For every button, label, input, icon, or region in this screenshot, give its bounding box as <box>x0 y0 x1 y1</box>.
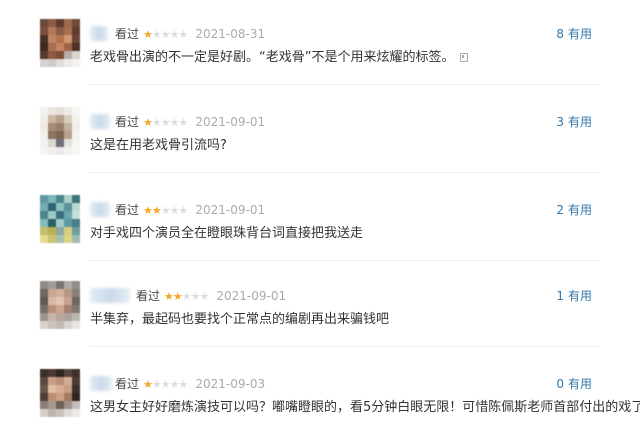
review-item: 看过 ★★★★★ 2021-09-01 3 有用 这是在用老戏骨引流吗? <box>0 88 640 173</box>
star-empty-icon: ★ <box>190 290 201 303</box>
useful-button[interactable]: 有用 <box>568 27 592 41</box>
username-blurred[interactable] <box>90 376 112 391</box>
star-empty-icon: ★ <box>169 378 180 391</box>
star-rating: ★★★★★ <box>143 203 189 219</box>
review-item: 看过 ★★★★★ 2021-09-01 2 有用 对手戏四个演员全在瞪眼珠背台词直接把… <box>0 176 640 261</box>
star-filled-icon: ★ <box>143 28 153 41</box>
review-date: 2021-09-01 <box>195 115 266 129</box>
star-empty-icon: ★ <box>169 28 180 41</box>
useful-button[interactable]: 有用 <box>568 289 592 303</box>
useful-count: 3 <box>556 115 564 129</box>
review-comment: 对手戏四个演员全在瞪眼珠背台词直接把我送走 <box>90 225 363 243</box>
review-meta: 看过 ★★★★★ 2021-09-03 <box>115 376 265 393</box>
review-comment: 老戏骨出演的不一定是好剧。“老戏骨”不是个用来炫耀的标签。 <box>90 49 469 67</box>
star-empty-icon: ★ <box>178 204 189 217</box>
star-empty-icon: ★ <box>169 204 180 217</box>
star-empty-icon: ★ <box>178 116 189 129</box>
comment-text: 半集弃，最起码也要找个正常点的编剧再出来骗钱吧 <box>90 312 390 327</box>
useful-vote: 8 有用 <box>556 26 592 42</box>
review-meta: 看过 ★★★★★ 2021-08-31 <box>115 26 265 43</box>
review-item: 看过 ★★★★★ 2021-09-03 0 有用 这男女主好好磨炼演技可以吗？嘟嘴瞪眼… <box>0 350 640 435</box>
useful-button[interactable]: 有用 <box>568 377 592 391</box>
report-icon[interactable] <box>460 53 469 62</box>
divider <box>90 346 600 347</box>
useful-count: 2 <box>556 203 564 217</box>
comment-text: 老戏骨出演的不一定是好剧。“老戏骨”不是个用来炫耀的标签。 <box>90 50 455 65</box>
review-meta: 看过 ★★★★★ 2021-09-01 <box>115 202 265 219</box>
star-empty-icon: ★ <box>151 378 162 391</box>
star-empty-icon: ★ <box>169 116 180 129</box>
useful-button[interactable]: 有用 <box>568 203 592 217</box>
useful-count: 1 <box>556 289 564 303</box>
username-blurred[interactable] <box>90 202 110 217</box>
watched-status: 看过 <box>115 27 140 41</box>
star-filled-icon: ★ <box>143 378 153 391</box>
watched-status: 看过 <box>136 289 161 303</box>
comment-text: 这男女主好好磨炼演技可以吗？嘟嘴瞪眼的，看5分钟白眼无限！可惜陈佩斯老师首部付出… <box>90 400 640 415</box>
useful-count: 0 <box>556 377 564 391</box>
star-rating: ★★★★★ <box>143 27 189 43</box>
review-date: 2021-09-01 <box>216 289 287 303</box>
divider <box>90 84 600 85</box>
avatar[interactable] <box>40 107 80 155</box>
avatar[interactable] <box>40 369 80 417</box>
watched-status: 看过 <box>115 115 140 129</box>
useful-vote: 1 有用 <box>556 288 592 304</box>
star-empty-icon: ★ <box>151 28 162 41</box>
review-item: 看过 ★★★★★ 2021-08-31 8 有用 老戏骨出演的不一定是好剧。“老戏骨”… <box>0 0 640 85</box>
comment-text: 对手戏四个演员全在瞪眼珠背台词直接把我送走 <box>90 226 364 241</box>
review-date: 2021-08-31 <box>195 27 266 41</box>
star-rating: ★★★★★ <box>143 377 189 393</box>
star-filled-icon: ★ <box>143 204 153 217</box>
useful-vote: 2 有用 <box>556 202 592 218</box>
review-comment: 这男女主好好磨炼演技可以吗？嘟嘴瞪眼的，看5分钟白眼无限！可惜陈佩斯老师首部付出… <box>90 399 640 417</box>
avatar[interactable] <box>40 19 80 67</box>
star-filled-icon: ★ <box>151 204 162 217</box>
star-empty-icon: ★ <box>178 378 189 391</box>
star-rating: ★★★★★ <box>164 289 210 305</box>
watched-status: 看过 <box>115 377 140 391</box>
useful-count: 8 <box>556 27 564 41</box>
username-blurred[interactable] <box>90 288 130 303</box>
star-filled-icon: ★ <box>172 290 183 303</box>
star-empty-icon: ★ <box>160 378 171 391</box>
review-meta: 看过 ★★★★★ 2021-09-01 <box>136 288 286 305</box>
review-comment: 半集弃，最起码也要找个正常点的编剧再出来骗钱吧 <box>90 311 389 329</box>
username-blurred[interactable] <box>90 114 110 129</box>
useful-vote: 0 有用 <box>556 376 592 392</box>
useful-button[interactable]: 有用 <box>568 115 592 129</box>
review-comment: 这是在用老戏骨引流吗? <box>90 137 227 155</box>
comment-text: 这是在用老戏骨引流吗? <box>90 138 227 153</box>
avatar[interactable] <box>40 281 80 329</box>
review-item: 看过 ★★★★★ 2021-09-01 1 有用 半集弃，最起码也要找个正常点的编剧再… <box>0 262 640 347</box>
star-rating: ★★★★★ <box>143 115 189 131</box>
star-empty-icon: ★ <box>160 28 171 41</box>
avatar[interactable] <box>40 195 80 243</box>
review-meta: 看过 ★★★★★ 2021-09-01 <box>115 114 265 131</box>
review-date: 2021-09-03 <box>195 377 266 391</box>
star-filled-icon: ★ <box>143 116 153 129</box>
star-empty-icon: ★ <box>160 204 171 217</box>
star-empty-icon: ★ <box>199 290 210 303</box>
username-blurred[interactable] <box>90 26 108 41</box>
watched-status: 看过 <box>115 203 140 217</box>
star-empty-icon: ★ <box>151 116 162 129</box>
star-empty-icon: ★ <box>178 28 189 41</box>
star-filled-icon: ★ <box>164 290 174 303</box>
divider <box>90 172 600 173</box>
useful-vote: 3 有用 <box>556 114 592 130</box>
divider <box>90 260 600 261</box>
star-empty-icon: ★ <box>181 290 192 303</box>
review-date: 2021-09-01 <box>195 203 266 217</box>
star-empty-icon: ★ <box>160 116 171 129</box>
